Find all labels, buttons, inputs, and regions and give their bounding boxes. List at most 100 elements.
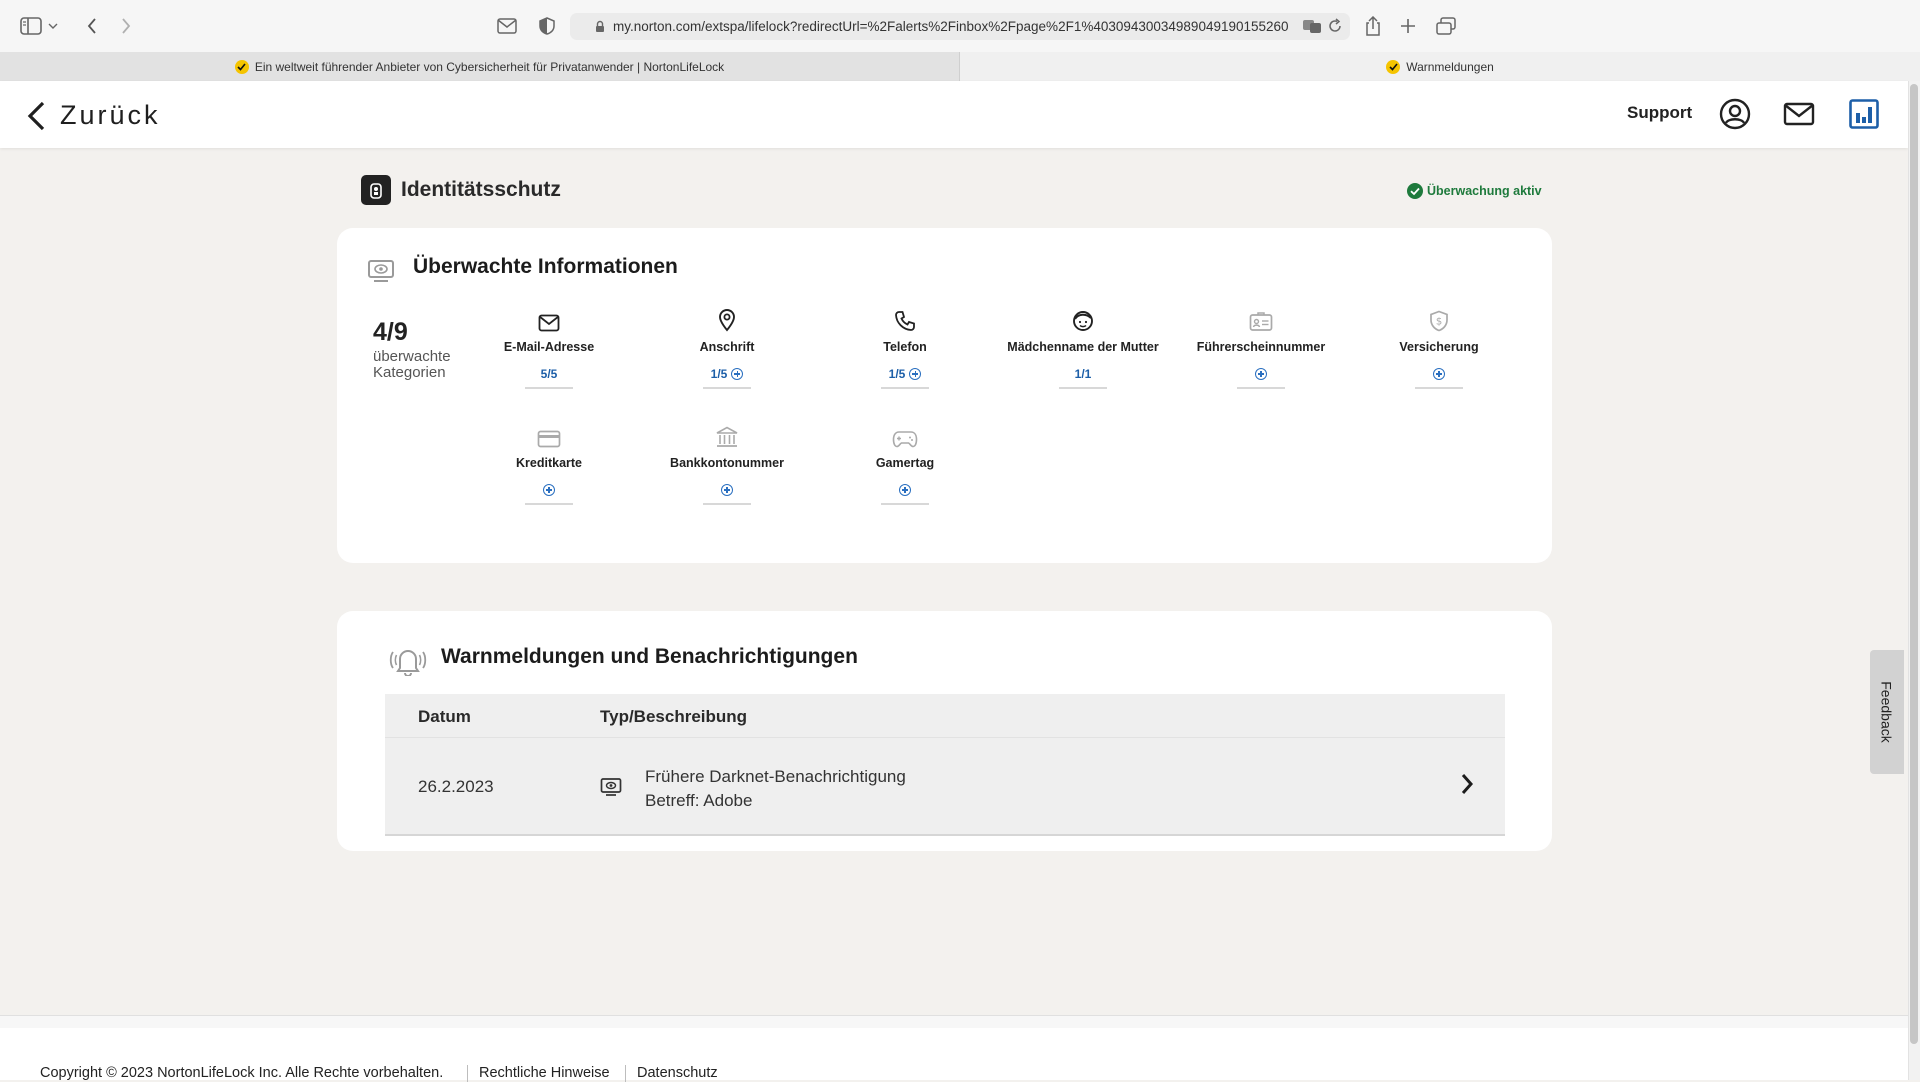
add-circle-icon[interactable] (731, 368, 744, 380)
lifelock-lock-icon (361, 175, 391, 205)
tab-warnmeldungen[interactable]: Warnmeldungen (960, 52, 1920, 81)
lock-icon (596, 20, 604, 32)
status-badge: Überwachung aktiv (1407, 183, 1542, 199)
tab-label: Ein weltweit führender Anbieter von Cybe… (254, 59, 725, 74)
id-card-icon (1249, 312, 1273, 331)
category-underline (1237, 387, 1285, 389)
monitored-count: 4/9 (373, 318, 408, 346)
card-title: Warnmeldungen und Benachrichtigungen (441, 645, 858, 668)
table-row[interactable]: 26.2.2023 Frühere Darknet-Benachrichtigu… (385, 737, 1505, 835)
tab-label: Warnmeldungen (1406, 59, 1494, 74)
add-circle-icon[interactable] (1255, 368, 1267, 380)
chevron-right-icon[interactable] (1460, 773, 1474, 795)
category-underline (881, 387, 929, 389)
check-circle-icon (1407, 183, 1423, 199)
account-icon[interactable] (1717, 96, 1753, 132)
mail-icon (538, 314, 560, 332)
category-address[interactable]: Anschrift 1/5 (638, 306, 816, 389)
column-header-type: Typ/Beschreibung (600, 707, 748, 726)
monitored-count-label: überwachte Kategorien (373, 348, 451, 381)
chevron-left-icon (27, 101, 45, 130)
tab-overview-icon[interactable] (1433, 13, 1459, 39)
category-underline (881, 503, 929, 505)
alerts-table: Datum Typ/Beschreibung 26.2.2023 Frühere… (385, 694, 1505, 836)
bell-alert-icon (389, 650, 427, 676)
category-label: Gamertag (875, 456, 935, 470)
back-button[interactable]: Zurück (26, 100, 161, 131)
monitor-eye-icon (368, 260, 394, 282)
new-tab-icon[interactable] (1395, 13, 1421, 39)
tab-bar: Ein weltweit führender Anbieter von Cybe… (0, 52, 1920, 82)
category-value: 1/5 (710, 367, 728, 381)
feedback-label: Feedback (1879, 681, 1896, 743)
shield-dollar-icon: $ (1430, 310, 1448, 332)
category-bank-account[interactable]: Bankkontonummer (638, 422, 816, 505)
monitor-eye-icon (600, 778, 622, 796)
sidebar-toggle-icon[interactable] (18, 13, 44, 39)
bank-icon (716, 426, 738, 447)
category-email[interactable]: E-Mail-Adresse 5/5 (460, 306, 638, 389)
feedback-button[interactable]: Feedback (1870, 650, 1904, 774)
alert-subject: Betreff: Adobe (645, 791, 753, 810)
category-underline (525, 503, 573, 505)
category-underline (703, 503, 751, 505)
alert-description: Frühere Darknet-Benachrichtigung Betreff… (645, 765, 906, 813)
category-label: E-Mail-Adresse (503, 340, 595, 354)
share-icon[interactable] (1360, 13, 1386, 39)
credit-card-icon (537, 430, 561, 448)
category-label: Anschrift (699, 340, 755, 354)
address-bar[interactable]: my.norton.com/extspa/lifelock?redirectUr… (570, 13, 1350, 40)
category-underline (703, 387, 751, 389)
add-circle-icon[interactable] (909, 368, 922, 380)
alerts-card: Warnmeldungen und Benachrichtigungen Dat… (337, 611, 1552, 851)
add-circle-icon[interactable] (721, 484, 733, 496)
tab-norton-home[interactable]: Ein weltweit führender Anbieter von Cybe… (0, 52, 960, 81)
add-circle-icon[interactable] (543, 484, 555, 496)
back-arrow-icon[interactable] (79, 13, 105, 39)
footer-divider (0, 1015, 1908, 1028)
legal-link[interactable]: Rechtliche Hinweise (479, 1065, 610, 1081)
category-label: Mädchenname der Mutter (1007, 340, 1159, 354)
browser-toolbar: my.norton.com/extspa/lifelock?redirectUr… (0, 0, 1920, 53)
page-title: Identitätsschutz (401, 178, 561, 201)
back-label: Zurück (60, 100, 161, 130)
category-underline (1059, 387, 1107, 389)
norton-check-icon (234, 59, 249, 74)
face-icon (1073, 311, 1093, 331)
category-drivers-license[interactable]: Führerscheinnummer (1172, 306, 1350, 389)
messages-icon[interactable] (1781, 96, 1817, 132)
translate-icon[interactable] (1302, 18, 1322, 34)
card-title: Überwachte Informationen (413, 255, 678, 278)
category-underline (1415, 387, 1463, 389)
url-text: my.norton.com/extspa/lifelock?redirectUr… (613, 19, 1289, 34)
category-credit-card[interactable]: Kreditkarte (460, 422, 638, 505)
phone-icon (895, 311, 915, 331)
category-value: 1/1 (1074, 367, 1092, 381)
dashboard-icon[interactable] (1846, 96, 1882, 132)
location-pin-icon (719, 309, 735, 332)
category-value: 5/5 (540, 367, 558, 381)
category-insurance[interactable]: $ Versicherung (1350, 306, 1528, 389)
gamepad-icon (892, 431, 918, 448)
category-phone[interactable]: Telefon 1/5 (816, 306, 994, 389)
reload-icon[interactable] (1328, 18, 1342, 34)
mail-privacy-icon[interactable] (494, 13, 520, 39)
alert-title: Frühere Darknet-Benachrichtigung (645, 767, 906, 786)
monitored-info-card: Überwachte Informationen 4/9 überwachte … (337, 228, 1552, 563)
add-circle-icon[interactable] (1433, 368, 1445, 380)
status-text: Überwachung aktiv (1427, 184, 1542, 198)
category-underline (525, 387, 573, 389)
footer-separator (625, 1065, 626, 1082)
forward-arrow-icon[interactable] (113, 13, 139, 39)
chevron-down-icon[interactable] (46, 13, 60, 39)
privacy-link[interactable]: Datenschutz (637, 1065, 718, 1081)
shield-privacy-icon[interactable] (534, 13, 560, 39)
alert-date: 26.2.2023 (418, 777, 494, 796)
category-label: Kreditkarte (516, 456, 582, 470)
category-gamertag[interactable]: Gamertag (816, 422, 994, 505)
scrollbar-thumb[interactable] (1910, 84, 1918, 1044)
identity-header: Identitätsschutz (361, 175, 561, 205)
support-link[interactable]: Support (1627, 103, 1692, 123)
category-maiden-name[interactable]: Mädchenname der Mutter 1/1 (994, 306, 1172, 389)
add-circle-icon[interactable] (899, 484, 911, 496)
